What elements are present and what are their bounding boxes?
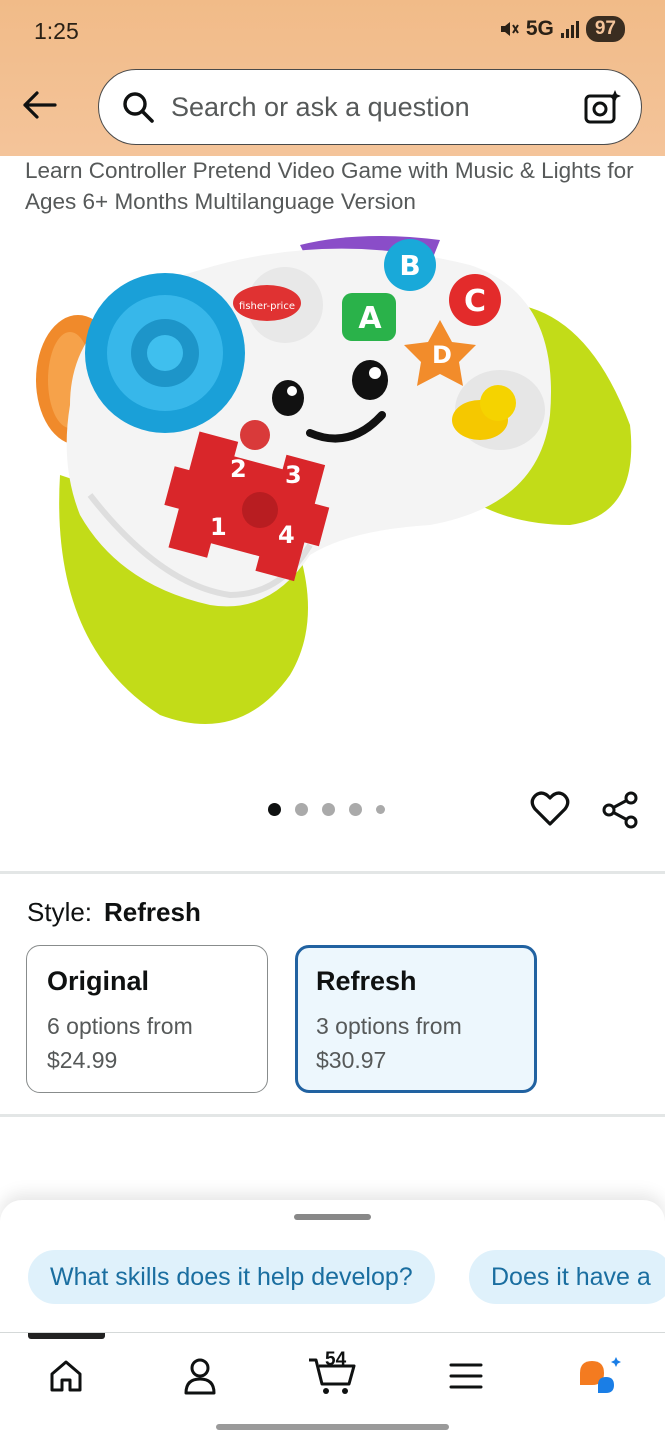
- battery-level: 97: [585, 16, 625, 42]
- button-a-label: A: [358, 301, 382, 336]
- button-c-label: C: [464, 284, 486, 319]
- carousel-dot-active[interactable]: [268, 803, 281, 816]
- option-name: Original: [47, 966, 150, 996]
- carousel-dot[interactable]: [295, 803, 308, 816]
- button-b-label: B: [399, 249, 420, 282]
- nav-home[interactable]: [36, 1351, 96, 1401]
- share-button[interactable]: [600, 790, 642, 832]
- suggestion-chip[interactable]: Does it have a: [469, 1250, 665, 1304]
- account-icon: [184, 1358, 216, 1395]
- search-input[interactable]: Search or ask a question: [171, 92, 583, 123]
- cart-count-badge: 54: [325, 1349, 347, 1370]
- network-label: 5G: [525, 17, 554, 40]
- option-count: 6 options from $24.99: [47, 1009, 247, 1077]
- nav-menu[interactable]: [436, 1351, 496, 1401]
- status-time: 1:25: [34, 18, 79, 44]
- search-icon: [123, 92, 154, 123]
- wishlist-button[interactable]: [530, 790, 572, 832]
- camera-sparkle-icon[interactable]: [583, 88, 623, 126]
- option-count: 3 options from $30.97: [316, 1009, 516, 1077]
- suggestions-sheet: What skills does it help develop? Does i…: [0, 1200, 665, 1335]
- style-label: Style: Refresh: [27, 897, 201, 928]
- option-line1: 6 options from: [47, 1013, 193, 1039]
- carousel-dot[interactable]: [376, 805, 385, 814]
- suggestion-chip[interactable]: What skills does it help develop?: [28, 1250, 435, 1304]
- active-tab-indicator: [28, 1333, 105, 1339]
- status-icons: 5G 97: [498, 16, 625, 42]
- brand-label: fisher-price: [239, 301, 295, 312]
- style-key: Style:: [27, 897, 93, 927]
- button-d-label: D: [432, 341, 452, 369]
- option-price: $24.99: [47, 1047, 118, 1073]
- section-divider: [0, 1114, 665, 1117]
- share-icon: [602, 791, 638, 829]
- search-bar[interactable]: Search or ask a question: [98, 69, 642, 145]
- system-home-indicator[interactable]: [216, 1424, 449, 1430]
- dpad-4-label: 4: [278, 521, 295, 549]
- dpad-1-label: 1: [210, 513, 227, 541]
- menu-icon: [449, 1363, 483, 1389]
- rufus-icon: [580, 1357, 621, 1393]
- arrow-left-icon: [23, 91, 57, 119]
- carousel-indicator: [268, 803, 385, 816]
- sheet-grabber[interactable]: [294, 1214, 371, 1220]
- style-option-refresh[interactable]: Refresh 3 options from $30.97: [295, 945, 537, 1093]
- nav-rufus[interactable]: [570, 1351, 630, 1401]
- option-line1: 3 options from: [316, 1013, 462, 1039]
- mute-icon: [500, 22, 519, 36]
- option-name: Refresh: [316, 966, 417, 996]
- dpad-3-label: 3: [285, 461, 302, 489]
- product-title[interactable]: Learn Controller Pretend Video Game with…: [25, 155, 645, 217]
- dpad-2-label: 2: [230, 455, 247, 483]
- back-button[interactable]: [18, 84, 60, 126]
- carousel-dot[interactable]: [322, 803, 335, 816]
- carousel-dot[interactable]: [349, 803, 362, 816]
- product-image[interactable]: fisher-price B C A D 2 3 1 4: [30, 225, 640, 745]
- nav-account[interactable]: [170, 1351, 230, 1401]
- toy-controller-illustration: fisher-price B C A D 2 3 1 4: [36, 236, 632, 724]
- heart-icon: [530, 791, 570, 826]
- home-icon: [50, 1360, 82, 1392]
- signal-icon: [560, 21, 579, 38]
- top-header: 1:25 5G 97 Search or ask a question: [0, 0, 665, 156]
- section-divider: [0, 871, 665, 874]
- style-selected-value: Refresh: [104, 897, 201, 927]
- style-option-original[interactable]: Original 6 options from $24.99: [26, 945, 268, 1093]
- option-price: $30.97: [316, 1047, 387, 1073]
